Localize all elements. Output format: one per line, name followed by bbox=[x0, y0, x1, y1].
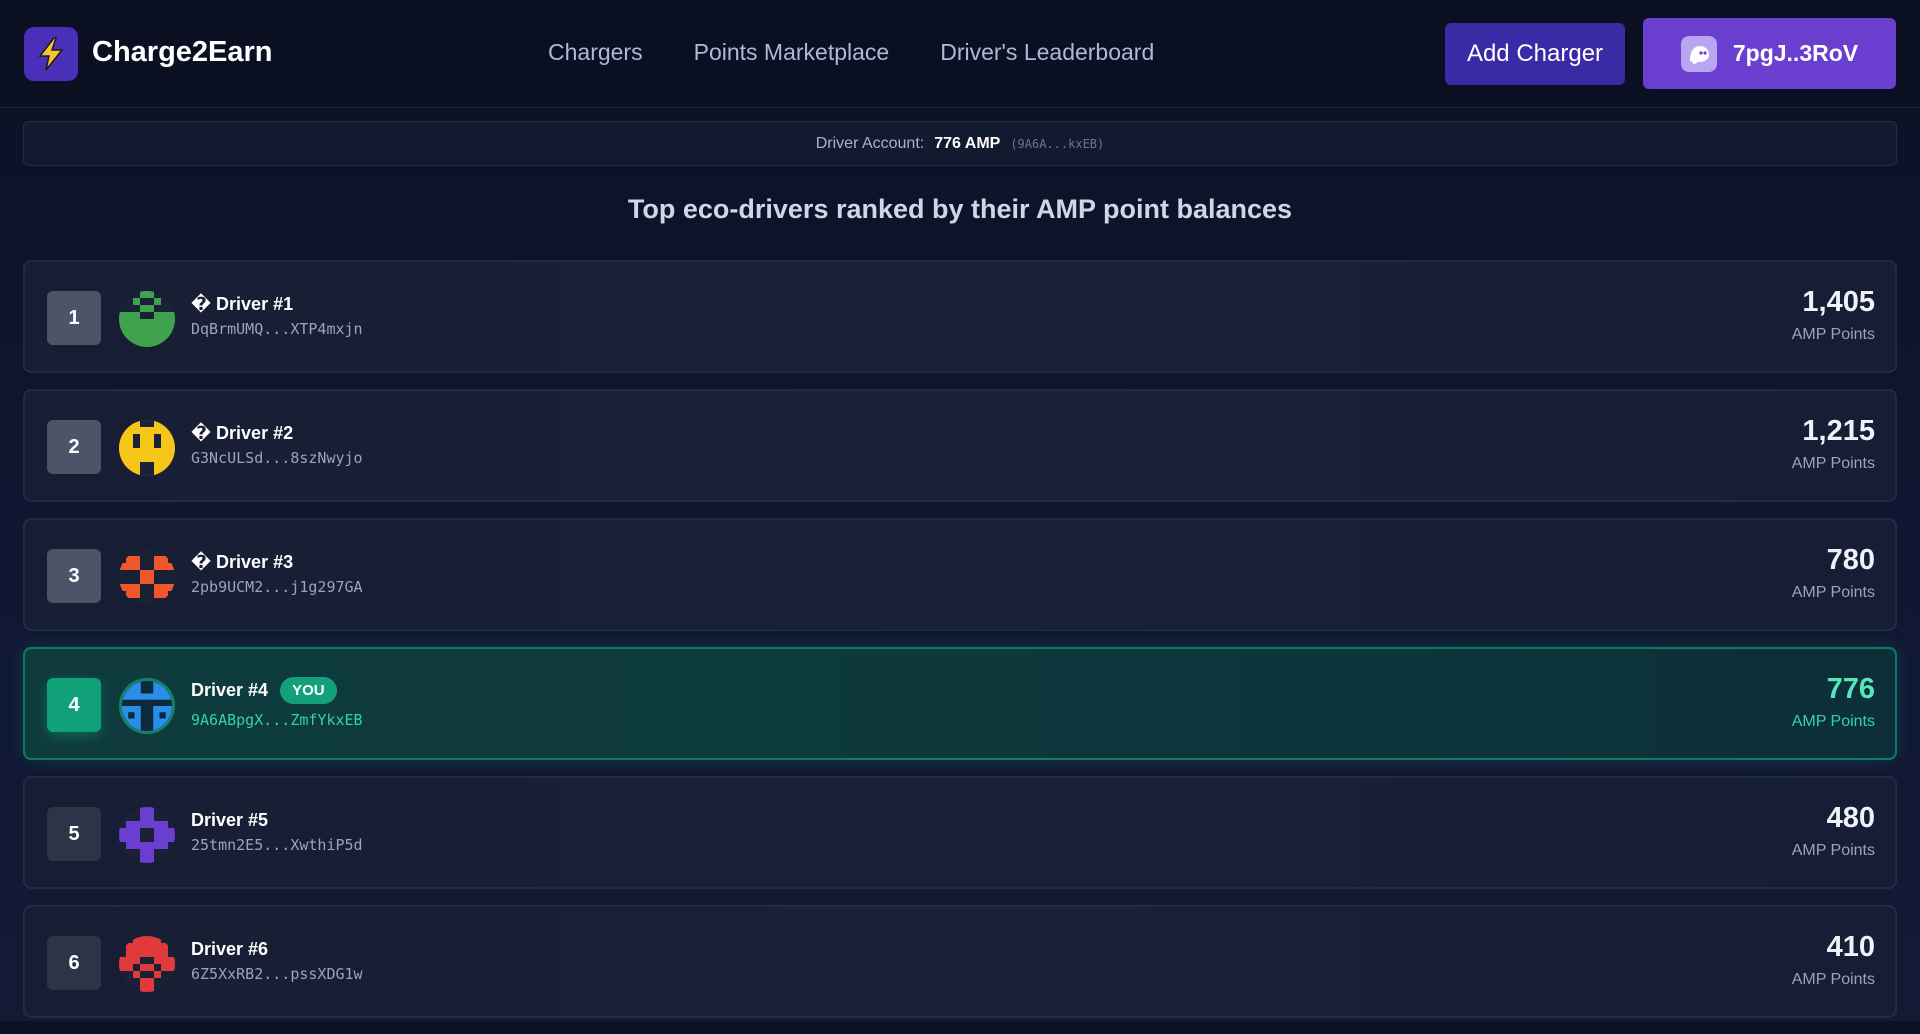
points-value: 1,215 bbox=[1802, 415, 1875, 447]
points-label: AMP Points bbox=[1791, 971, 1875, 988]
driver-name: Driver #5 bbox=[191, 810, 268, 831]
nav-points-marketplace[interactable]: Points Marketplace bbox=[694, 39, 890, 66]
points-block: 776 AMP Points bbox=[1792, 673, 1875, 731]
wallet-button[interactable]: 7pgJ..3RoV bbox=[1643, 18, 1896, 89]
driver-name: � Driver #2 bbox=[191, 423, 293, 444]
account-amp-balance: 776 AMP bbox=[934, 134, 1001, 152]
leaderboard-list: 1 � Driver #1 DqBrmUMQ...XTP4mxjn 1,405 … bbox=[23, 260, 1897, 1034]
driver-name: � Driver #3 bbox=[191, 552, 293, 573]
account-label: Driver Account: bbox=[815, 134, 925, 152]
points-label: AMP Points bbox=[1791, 326, 1875, 343]
points-label: AMP Points bbox=[1791, 455, 1875, 472]
driver-name: � Driver #1 bbox=[191, 294, 293, 315]
driver-name: Driver #4 YOU bbox=[191, 677, 337, 704]
driver-name-text: Driver #5 bbox=[191, 810, 269, 830]
driver-name: Driver #6 bbox=[191, 939, 268, 960]
ghost-icon bbox=[1680, 35, 1717, 72]
leaderboard-row[interactable]: 2 � Driver #2 G3NcULSd...8szNwyjo 1,215 … bbox=[23, 389, 1897, 502]
avatar bbox=[119, 807, 175, 863]
driver-address: DqBrmUMQ...XTP4mxjn bbox=[191, 320, 363, 338]
points-block: 1,405 AMP Points bbox=[1792, 286, 1875, 344]
rank-badge: 5 bbox=[47, 807, 101, 861]
add-charger-button[interactable]: Add Charger bbox=[1445, 23, 1625, 85]
points-value: 1,405 bbox=[1802, 286, 1875, 318]
leaderboard-row[interactable]: 6 Driver #6 6Z5XxRB2...pssXDG1w 410 AMP … bbox=[23, 905, 1897, 1018]
driver-account-bar: Driver Account: 776 AMP (9A6A...kxEB) bbox=[23, 121, 1897, 166]
rank-badge: 4 bbox=[47, 678, 101, 732]
rank-badge: 1 bbox=[47, 291, 101, 345]
points-block: 1,215 AMP Points bbox=[1792, 415, 1875, 473]
main-nav: Chargers Points Marketplace Driver's Lea… bbox=[548, 39, 1154, 66]
points-value: 780 bbox=[1826, 544, 1875, 576]
nav-drivers-leaderboard[interactable]: Driver's Leaderboard bbox=[940, 39, 1154, 66]
account-address: (9A6A...kxEB) bbox=[1010, 136, 1105, 151]
avatar bbox=[119, 936, 175, 992]
driver-name-text: � Driver #2 bbox=[191, 423, 294, 443]
leaderboard-row[interactable]: 3 � Driver #3 2pb9UCM2...j1g297GA 780 AM… bbox=[23, 518, 1897, 631]
rank-badge: 3 bbox=[47, 549, 101, 603]
avatar bbox=[119, 420, 175, 476]
driver-name-text: � Driver #1 bbox=[191, 294, 294, 314]
top-header: Charge2Earn Chargers Points Marketplace … bbox=[0, 0, 1920, 108]
points-value: 776 bbox=[1826, 673, 1875, 705]
rank-badge: 6 bbox=[47, 936, 101, 990]
points-value: 480 bbox=[1826, 802, 1875, 834]
leaderboard-row[interactable]: 1 � Driver #1 DqBrmUMQ...XTP4mxjn 1,405 … bbox=[23, 260, 1897, 373]
driver-address: 2pb9UCM2...j1g297GA bbox=[191, 578, 363, 596]
avatar bbox=[119, 678, 175, 734]
driver-address: G3NcULSd...8szNwyjo bbox=[191, 449, 363, 467]
points-block: 780 AMP Points bbox=[1792, 544, 1875, 602]
driver-name-text: � Driver #3 bbox=[191, 552, 294, 572]
points-label: AMP Points bbox=[1791, 713, 1875, 730]
you-badge: YOU bbox=[280, 677, 337, 704]
driver-name-text: Driver #6 bbox=[191, 939, 269, 959]
nav-chargers[interactable]: Chargers bbox=[548, 39, 643, 66]
points-block: 480 AMP Points bbox=[1792, 802, 1875, 860]
page-subtitle: Top eco-drivers ranked by their AMP poin… bbox=[627, 194, 1293, 224]
lightning-bolt-icon[interactable] bbox=[24, 27, 78, 81]
points-label: AMP Points bbox=[1791, 842, 1875, 859]
leaderboard-row[interactable]: 5 Driver #5 25tmn2E5...XwthiP5d 480 AMP … bbox=[23, 776, 1897, 889]
driver-name-text: Driver #4 bbox=[191, 680, 269, 700]
points-label: AMP Points bbox=[1791, 584, 1875, 601]
points-value: 410 bbox=[1826, 931, 1875, 963]
leaderboard-row-you[interactable]: 4 Driver #4 YOU 9A6ABpgX...ZmfYkxEB 776 … bbox=[23, 647, 1897, 760]
wallet-address: 7pgJ..3RoV bbox=[1732, 40, 1859, 66]
points-block: 410 AMP Points bbox=[1792, 931, 1875, 989]
driver-address: 25tmn2E5...XwthiP5d bbox=[191, 836, 363, 854]
avatar bbox=[119, 291, 175, 347]
driver-address: 9A6ABpgX...ZmfYkxEB bbox=[191, 711, 363, 729]
app-name[interactable]: Charge2Earn bbox=[92, 36, 273, 69]
avatar bbox=[119, 549, 175, 605]
driver-address: 6Z5XxRB2...pssXDG1w bbox=[191, 965, 363, 983]
rank-badge: 2 bbox=[47, 420, 101, 474]
